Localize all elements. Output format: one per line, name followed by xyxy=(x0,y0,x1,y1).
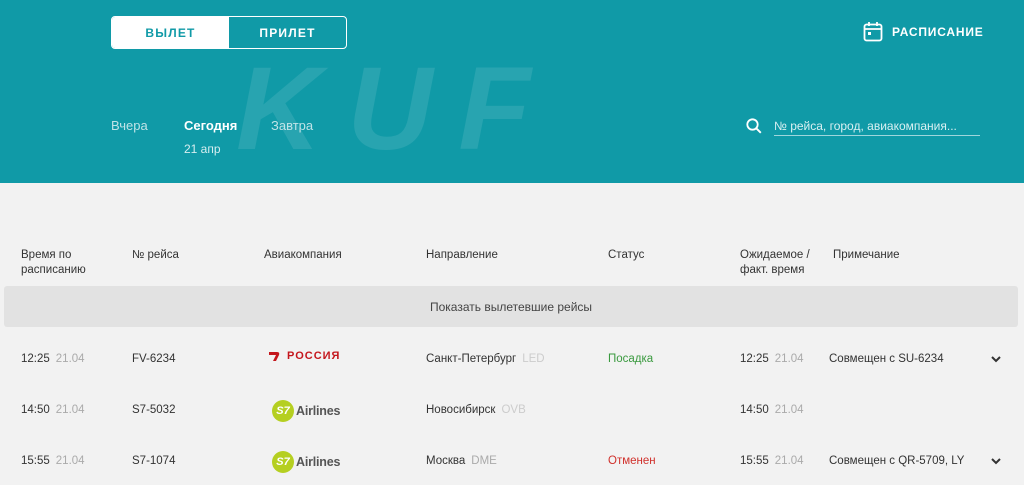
chevron-down-icon[interactable] xyxy=(990,353,1002,365)
airline-logo-rossiya: РОССИЯ xyxy=(268,350,340,362)
header: KUF ВЫЛЕТ ПРИЛЕТ РАСПИСАНИЕ Вчера Сегодн… xyxy=(0,0,1024,183)
airline-logo-s7: S7 Airlines xyxy=(272,451,340,473)
expected-date: 21.04 xyxy=(774,404,804,416)
tab-arrivals[interactable]: ПРИЛЕТ xyxy=(229,17,346,48)
expected-time: 12:25 xyxy=(740,353,769,365)
flight-number: FV-6234 xyxy=(132,353,176,365)
flight-status: Посадка xyxy=(608,353,654,365)
search-input[interactable] xyxy=(774,116,980,136)
table-row[interactable]: 12:25 21.04 FV-6234 РОССИЯ Санкт-Петербур… xyxy=(0,336,1024,386)
expected-time: 15:55 xyxy=(740,455,769,467)
destination-city: Новосибирск xyxy=(426,404,496,416)
flight-note: Совмещен с SU-6234 xyxy=(829,353,944,365)
destination-code: OVB xyxy=(501,404,526,416)
s7-mark: S7 xyxy=(272,451,294,473)
schedule-link[interactable]: РАСПИСАНИЕ xyxy=(863,21,984,42)
airline-name: Airlines xyxy=(296,455,341,469)
airline-logo-s7: S7 Airlines xyxy=(272,400,340,422)
today-date: 21 апр xyxy=(184,142,221,156)
destination-code: DME xyxy=(471,455,497,467)
expected-date: 21.04 xyxy=(774,353,804,365)
col-flight-number: № рейса xyxy=(132,249,179,261)
col-scheduled-time: Время по расписанию xyxy=(21,249,86,276)
scheduled-date: 21.04 xyxy=(55,404,85,416)
col-expected-time: Ожидаемое / факт. время xyxy=(740,249,810,276)
flight-status: Отменен xyxy=(608,455,656,467)
scheduled-time: 12:25 xyxy=(21,353,50,365)
scheduled-time: 15:55 xyxy=(21,455,50,467)
search-icon xyxy=(746,118,762,134)
destination-city: Москва xyxy=(426,455,466,467)
search-bar xyxy=(746,116,980,136)
day-today[interactable]: Сегодня xyxy=(184,118,237,133)
flight-number: S7-5032 xyxy=(132,404,176,416)
day-tomorrow[interactable]: Завтра xyxy=(271,118,313,133)
tab-departures[interactable]: ВЫЛЕТ xyxy=(112,17,229,48)
col-airline: Авиакомпания xyxy=(264,249,342,261)
calendar-icon xyxy=(863,22,883,42)
rossiya-wing-icon xyxy=(269,352,280,361)
airline-name: РОССИЯ xyxy=(287,350,341,362)
table-row[interactable]: 15:55 21.04 S7-1074 S7 Airlines Москва DME… xyxy=(0,438,1024,485)
scheduled-date: 21.04 xyxy=(55,353,85,365)
airport-code-watermark: KUF xyxy=(236,43,557,175)
schedule-label: РАСПИСАНИЕ xyxy=(892,24,984,39)
scheduled-time: 14:50 xyxy=(21,404,50,416)
s7-mark: S7 xyxy=(272,400,294,422)
col-status: Статус xyxy=(608,249,645,261)
table-row[interactable]: 14:50 21.04 S7-5032 S7 Airlines Новосибир… xyxy=(0,387,1024,437)
destination-code: LED xyxy=(522,353,545,365)
destination-city: Санкт-Петербург xyxy=(426,353,517,365)
airline-name: Airlines xyxy=(296,404,341,418)
expected-time: 14:50 xyxy=(740,404,769,416)
col-destination: Направление xyxy=(426,249,498,261)
day-yesterday[interactable]: Вчера xyxy=(111,118,148,133)
flight-number: S7-1074 xyxy=(132,455,176,467)
direction-toggle: ВЫЛЕТ ПРИЛЕТ xyxy=(111,16,347,49)
chevron-down-icon[interactable] xyxy=(990,455,1002,467)
show-departed-button[interactable]: Показать вылетевшие рейсы xyxy=(4,286,1018,327)
expected-date: 21.04 xyxy=(774,455,804,467)
scheduled-date: 21.04 xyxy=(55,455,85,467)
flight-note: Совмещен с QR-5709, LY xyxy=(829,455,965,467)
col-note: Примечание xyxy=(833,249,900,261)
